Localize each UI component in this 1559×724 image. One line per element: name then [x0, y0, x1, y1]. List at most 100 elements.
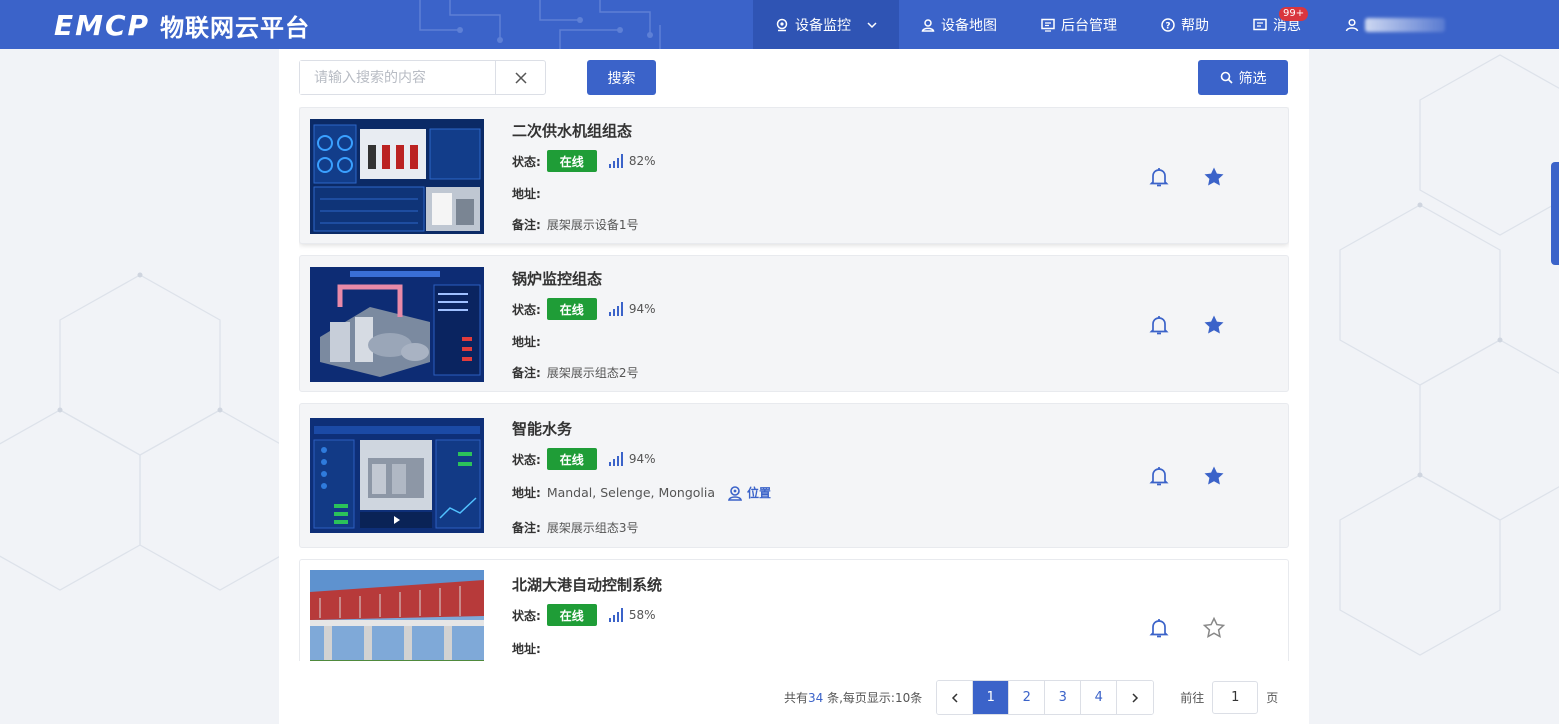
search-icon [1220, 71, 1233, 84]
favorite-star-icon[interactable] [1202, 313, 1226, 337]
device-thumbnail[interactable] [310, 267, 484, 382]
brand-subtitle: 物联网云平台 [160, 14, 311, 42]
device-title[interactable]: 锅炉监控组态 [512, 268, 602, 289]
status-row: 状态: 在线 94% [512, 448, 655, 470]
device-thumbnail[interactable] [310, 418, 484, 533]
nav-label: 设备地图 [941, 17, 997, 34]
goto-page-input[interactable] [1212, 681, 1259, 714]
search-button[interactable]: 搜索 [587, 60, 656, 95]
next-page-button[interactable] [1117, 681, 1154, 714]
favorite-star-icon[interactable] [1202, 464, 1226, 488]
status-badge: 在线 [546, 150, 597, 172]
bell-icon[interactable] [1148, 465, 1170, 487]
device-card[interactable]: 智能水务 状态: 在线 94% 地址: Mandal, Selenge, Mon… [299, 403, 1289, 548]
nav-messages[interactable]: 消息 99+ [1231, 0, 1323, 49]
status-badge: 在线 [546, 604, 597, 626]
status-row: 状态: 在线 82% [512, 150, 655, 172]
bell-icon[interactable] [1148, 166, 1170, 188]
scada-screen-image [310, 418, 484, 533]
message-count-badge: 99+ [1279, 7, 1309, 21]
address-label: 地址: [512, 335, 541, 349]
note-label: 备注: [512, 521, 541, 535]
clear-search-button[interactable] [495, 61, 545, 94]
search-input[interactable] [300, 61, 496, 94]
chevron-down-icon [867, 21, 877, 28]
top-navigation-bar: EMCP 物联网云平台 设备监控 设备地图 后台管理 ? 帮助 消息 99+ [0, 0, 1559, 49]
status-label: 状态: [512, 452, 541, 467]
device-card[interactable]: 锅炉监控组态 状态: 在线 94% 地址: 备注: 展架展示组态2号 [299, 255, 1289, 392]
total-count: 34 [808, 691, 824, 705]
map-user-icon [921, 18, 935, 32]
address-label: 地址: [512, 187, 541, 201]
pagination: 共有34 条,每页显示:10条 1 2 3 4 前往 页 [784, 680, 1278, 715]
note-value: 展架展示组态3号 [546, 521, 639, 535]
signal-strength: 82% [628, 154, 656, 168]
nav-device-map[interactable]: 设备地图 [899, 0, 1019, 49]
device-thumbnail[interactable] [310, 570, 484, 661]
user-name-redacted [1365, 17, 1445, 32]
page-2-button[interactable]: 2 [1009, 681, 1046, 714]
search-box [299, 60, 546, 95]
nav-label: 后台管理 [1061, 17, 1117, 34]
page-3-button[interactable]: 3 [1045, 681, 1082, 714]
device-list: 二次供水机组组态 状态: 在线 82% 地址: 备注: 展架展示设备1号 锅炉监… [299, 107, 1289, 661]
side-drawer-handle[interactable] [1551, 162, 1559, 265]
note-row: 备注: 展架展示组态3号 [512, 519, 638, 536]
total-prefix: 共有 [784, 691, 809, 705]
status-label: 状态: [512, 154, 541, 169]
status-row: 状态: 在线 58% [512, 604, 655, 626]
nav-device-monitor[interactable]: 设备监控 [753, 0, 899, 49]
location-pin-icon [776, 18, 788, 31]
goto-prefix: 前往 [1180, 691, 1205, 705]
signal-icon [608, 154, 623, 168]
nav-admin[interactable]: 后台管理 [1019, 0, 1139, 49]
signal-strength: 94% [628, 452, 656, 466]
device-title[interactable]: 北湖大港自动控制系统 [512, 574, 662, 595]
status-label: 状态: [512, 608, 541, 623]
note-label: 备注: [512, 218, 541, 232]
device-card[interactable]: 北湖大港自动控制系统 状态: 在线 58% 地址: [299, 559, 1289, 661]
address-label: 地址: [512, 486, 541, 500]
favorite-star-icon[interactable] [1202, 165, 1226, 189]
location-link[interactable]: 位置 [727, 484, 771, 501]
bell-icon[interactable] [1148, 617, 1170, 639]
nav-user[interactable] [1323, 0, 1467, 49]
status-label: 状态: [512, 302, 541, 317]
chevron-right-icon [1132, 692, 1139, 703]
page-4-button[interactable]: 4 [1081, 681, 1118, 714]
location-user-icon [728, 485, 743, 501]
device-title[interactable]: 智能水务 [512, 418, 572, 439]
scada-screen-image [310, 119, 484, 234]
nav-label: 设备监控 [795, 17, 851, 34]
signal-strength: 94% [628, 302, 656, 316]
signal-icon [608, 452, 623, 466]
scada-screen-image [310, 267, 484, 382]
goto-page: 前往 页 [1180, 681, 1278, 714]
app-logo[interactable]: EMCP 物联网云平台 [54, 8, 310, 43]
filter-button[interactable]: 筛选 [1198, 60, 1288, 95]
favorite-star-outline-icon[interactable] [1202, 616, 1226, 640]
filter-label: 筛选 [1238, 70, 1267, 87]
address-row: 地址: [512, 640, 547, 657]
device-thumbnail[interactable] [310, 119, 484, 234]
bell-icon[interactable] [1148, 314, 1170, 336]
brand-name: EMCP [54, 9, 151, 42]
status-row: 状态: 在线 94% [512, 298, 655, 320]
signal-strength: 58% [628, 608, 656, 622]
page-1-button[interactable]: 1 [973, 681, 1010, 714]
prev-page-button[interactable] [937, 681, 974, 714]
address-value: Mandal, Selenge, Mongolia [546, 485, 716, 500]
address-row: 地址: Mandal, Selenge, Mongolia 位置 [512, 484, 771, 501]
note-value: 展架展示设备1号 [546, 218, 639, 232]
signal-icon [608, 608, 623, 622]
main-nav: 设备监控 设备地图 后台管理 ? 帮助 消息 99+ [753, 0, 1467, 49]
address-row: 地址: [512, 185, 547, 202]
device-card[interactable]: 二次供水机组组态 状态: 在线 82% 地址: 备注: 展架展示设备1号 [299, 107, 1289, 244]
note-row: 备注: 展架展示组态2号 [512, 364, 638, 381]
nav-help[interactable]: ? 帮助 [1139, 0, 1231, 49]
pagination-total: 共有34 条,每页显示:10条 [784, 689, 922, 706]
status-badge: 在线 [546, 298, 597, 320]
status-badge: 在线 [546, 448, 597, 470]
device-title[interactable]: 二次供水机组组态 [512, 120, 632, 141]
address-row: 地址: [512, 333, 547, 350]
